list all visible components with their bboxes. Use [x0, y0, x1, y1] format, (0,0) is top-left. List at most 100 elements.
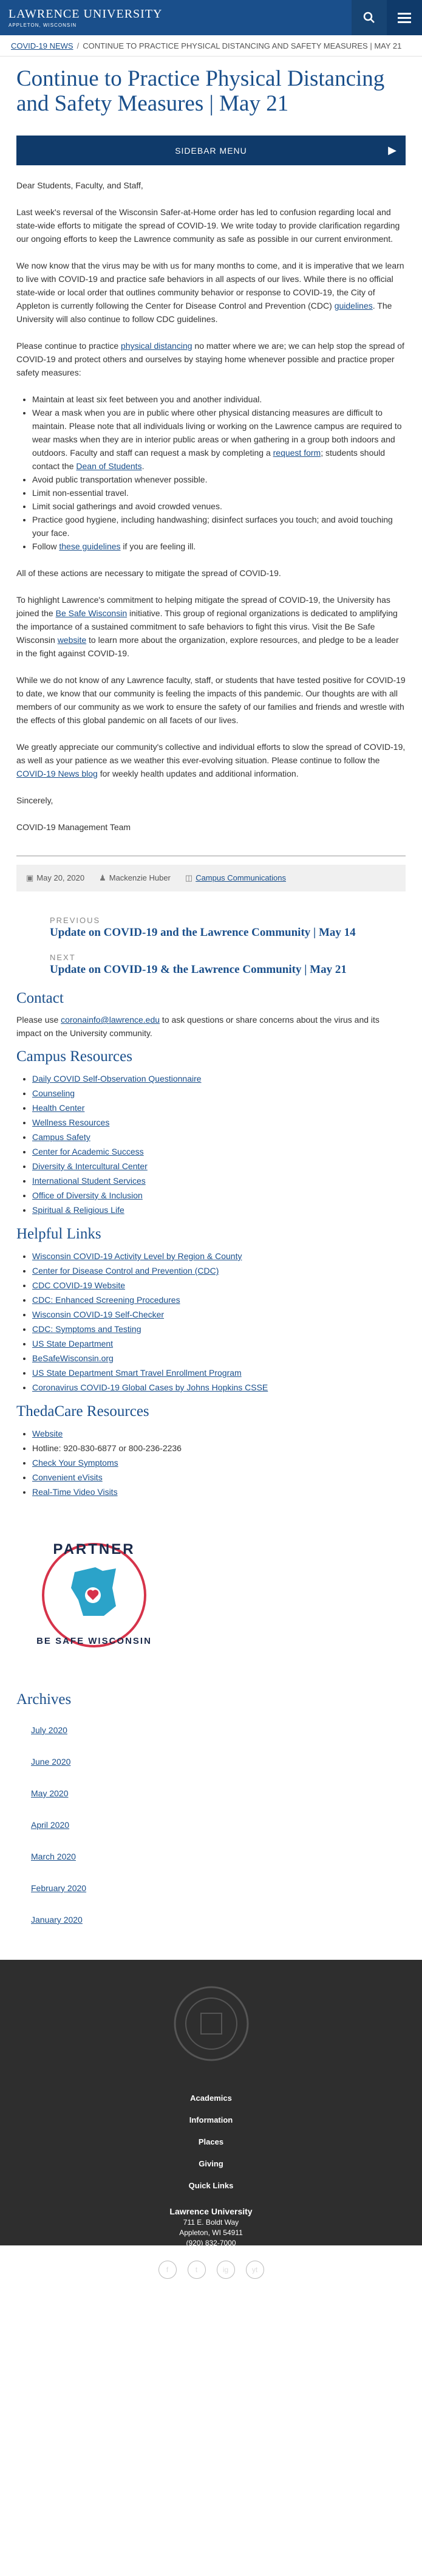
- badge-bottom-text: BE SAFE WISCONSIN: [36, 1636, 152, 1646]
- sidebar-menu-label: SIDEBAR MENU: [175, 145, 247, 156]
- post-date: ▣ May 20, 2020: [26, 873, 85, 882]
- youtube-icon[interactable]: yt: [245, 2261, 264, 2279]
- university-logo[interactable]: LAWRENCE UNIVERSITY APPLETON, WISCONSIN: [9, 7, 162, 28]
- instagram-icon[interactable]: ig: [216, 2261, 235, 2279]
- paragraph: Please continue to practice physical dis…: [16, 341, 404, 377]
- previous-label: PREVIOUS: [50, 916, 101, 925]
- thedacare-heading: ThedaCare Resources: [16, 1403, 149, 1420]
- footer-address: Lawrence University 711 E. Boldt Way App…: [0, 2207, 422, 2248]
- facebook-icon[interactable]: f: [158, 2261, 177, 2279]
- list-item: Coronavirus COVID-19 Global Cases by Joh…: [32, 1380, 406, 1395]
- hamburger-icon: [398, 13, 411, 23]
- paragraph: Last week's reversal of the Wisconsin Sa…: [16, 207, 400, 244]
- paragraph: To highlight Lawrence's commitment to he…: [16, 595, 399, 658]
- list-item: Center for Disease Control and Preventio…: [32, 1263, 406, 1278]
- footer-city: Appleton, WI 54911: [179, 2228, 243, 2237]
- sidebar-menu-button[interactable]: SIDEBAR MENU ▶: [16, 136, 406, 165]
- university-seal-icon: [0, 1960, 422, 2087]
- list-item: April 2020: [31, 1820, 70, 1830]
- be-safe-wisconsin-badge[interactable]: PARTNER BE SAFE WISCONSIN: [16, 1528, 406, 1686]
- next-label: NEXT: [50, 953, 76, 962]
- paragraph: All of these actions are necessary to mi…: [16, 568, 281, 578]
- physical-distancing-link[interactable]: physical distancing: [121, 341, 192, 351]
- helpful-links-heading: Helpful Links: [16, 1226, 101, 1242]
- greeting: Dear Students, Faculty, and Staff,: [16, 180, 143, 190]
- list-item: US State Department Smart Travel Enrollm…: [32, 1365, 406, 1380]
- paragraph: While we do not know of any Lawrence fac…: [16, 675, 406, 725]
- website-link[interactable]: website: [58, 635, 86, 645]
- list-item: Health Center: [32, 1101, 406, 1115]
- calendar-icon: ▣: [26, 873, 34, 882]
- list-item: Follow these guidelines if you are feeli…: [32, 540, 406, 553]
- list-item: Check Your Symptoms: [32, 1455, 406, 1470]
- list-item: CDC: Enhanced Screening Procedures: [32, 1293, 406, 1307]
- list-item: Diversity & Intercultural Center: [32, 1159, 406, 1173]
- footer-link-academics[interactable]: Academics: [0, 2087, 422, 2109]
- list-item: June 2020: [31, 1757, 71, 1767]
- list-item: Wellness Resources: [32, 1115, 406, 1130]
- thedacare-list: Website Hotline: 920-830-6877 or 800-236…: [16, 1426, 406, 1499]
- cdc-guidelines-link[interactable]: guidelines: [335, 301, 373, 311]
- footer-link-information[interactable]: Information: [0, 2109, 422, 2131]
- footer-name: Lawrence University: [169, 2207, 253, 2216]
- list-item: CDC: Symptoms and Testing: [32, 1322, 406, 1336]
- closing: Sincerely,: [16, 795, 53, 805]
- signature: COVID-19 Management Team: [16, 822, 131, 832]
- list-item: International Student Services: [32, 1173, 406, 1188]
- list-item: Wear a mask when you are in public where…: [32, 406, 406, 473]
- footer-link-quick-links[interactable]: Quick Links: [0, 2175, 422, 2197]
- breadcrumb: COVID-19 NEWS / CONTINUE TO PRACTICE PHY…: [0, 35, 422, 57]
- list-item: US State Department: [32, 1336, 406, 1351]
- site-header: LAWRENCE UNIVERSITY APPLETON, WISCONSIN: [0, 0, 422, 35]
- covid-news-blog-link[interactable]: COVID-19 News blog: [16, 769, 98, 778]
- list-item: Maintain at least six feet between you a…: [32, 393, 406, 406]
- page-title: Continue to Practice Physical Distancing…: [16, 66, 385, 116]
- contact-email-link[interactable]: coronainfo@lawrence.edu: [61, 1015, 160, 1025]
- list-item: CDC COVID-19 Website: [32, 1278, 406, 1293]
- post-navigation: PREVIOUS Update on COVID-19 and the Lawr…: [16, 916, 406, 977]
- archives-list: July 2020 June 2020 May 2020 April 2020 …: [16, 1714, 406, 1935]
- list-item: Office of Diversity & Inclusion: [32, 1188, 406, 1203]
- contact-heading: Contact: [16, 990, 64, 1006]
- dean-of-students-link[interactable]: Dean of Students: [76, 461, 141, 471]
- these-guidelines-link[interactable]: these guidelines: [59, 541, 120, 551]
- list-item: Daily COVID Self-Observation Questionnai…: [32, 1071, 406, 1086]
- footer-links: Academics Information Places Giving Quic…: [0, 2087, 422, 2197]
- campus-resources-list: Daily COVID Self-Observation Questionnai…: [16, 1071, 406, 1217]
- list-item: Avoid public transportation whenever pos…: [32, 473, 406, 486]
- twitter-icon[interactable]: t: [187, 2261, 206, 2279]
- footer-phone: (920) 832-7000: [186, 2239, 236, 2247]
- list-item: January 2020: [31, 1915, 83, 1925]
- footer-link-places[interactable]: Places: [0, 2131, 422, 2153]
- partner-badge-logo: PARTNER BE SAFE WISCONSIN: [36, 1541, 152, 1647]
- menu-button[interactable]: [387, 0, 422, 35]
- list-item: February 2020: [31, 1883, 87, 1893]
- footer-link-giving[interactable]: Giving: [0, 2153, 422, 2175]
- list-item: Practice good hygiene, including handwas…: [32, 513, 406, 540]
- paragraph: We greatly appreciate our community's co…: [16, 742, 406, 778]
- badge-top-text: PARTNER: [53, 1541, 135, 1558]
- logo-subtitle: APPLETON, WISCONSIN: [9, 22, 77, 28]
- search-icon: [363, 12, 375, 23]
- list-item: Wisconsin COVID-19 Self-Checker: [32, 1307, 406, 1322]
- post-category: ◫ Campus Communications: [185, 873, 287, 882]
- be-safe-wisconsin-link[interactable]: Be Safe Wisconsin: [56, 608, 128, 618]
- breadcrumb-root[interactable]: COVID-19 NEWS: [11, 41, 73, 50]
- site-footer: Academics Information Places Giving Quic…: [0, 1960, 422, 2279]
- list-item: Center for Academic Success: [32, 1144, 406, 1159]
- list-item: BeSafeWisconsin.org: [32, 1351, 406, 1365]
- previous-post-link[interactable]: Update on COVID-19 and the Lawrence Comm…: [50, 926, 406, 939]
- folder-icon: ◫: [185, 873, 193, 882]
- helpful-links-list: Wisconsin COVID-19 Activity Level by Reg…: [16, 1249, 406, 1395]
- search-button[interactable]: [352, 0, 387, 35]
- campus-resources-heading: Campus Resources: [16, 1048, 132, 1065]
- list-item: July 2020: [31, 1725, 67, 1735]
- contact-text: Please use coronainfo@lawrence.edu to as…: [16, 1015, 379, 1038]
- list-item: Real-Time Video Visits: [32, 1485, 406, 1499]
- post-meta: ▣ May 20, 2020 ♟ Mackenzie Huber ◫ Campus C…: [16, 865, 406, 891]
- list-item: Limit social gatherings and avoid crowde…: [32, 500, 406, 513]
- next-post-link[interactable]: Update on COVID-19 & the Lawrence Commun…: [50, 963, 406, 977]
- breadcrumb-separator: /: [77, 41, 80, 50]
- request-form-link[interactable]: request form: [273, 448, 321, 458]
- list-item: Counseling: [32, 1086, 406, 1101]
